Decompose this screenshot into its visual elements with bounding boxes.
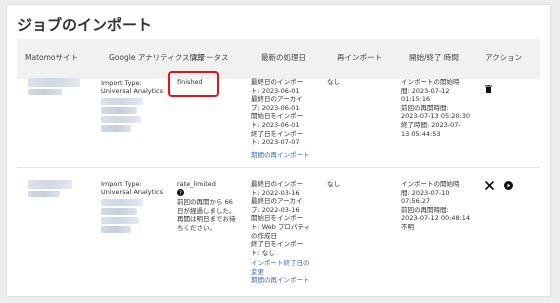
redacted-site-name	[28, 180, 72, 189]
col-start-end: 開始/終了 時間	[409, 53, 459, 62]
import-type-value: Universal Analytics	[101, 188, 163, 196]
play-circle-icon[interactable]	[504, 181, 513, 190]
start-end-times: インポートの開始時 間: 2023-07-12 01:15:16 前回の再開時間…	[401, 78, 471, 138]
trash-icon[interactable]	[485, 85, 492, 93]
reimport-value: なし	[327, 180, 340, 188]
svg-text:?: ?	[179, 191, 182, 196]
redacted-property	[101, 217, 139, 224]
last-processed: 最終日のインポー ト: 2022-03-16 最終日のアーカイ ブ: 2022-…	[251, 180, 311, 257]
import-jobs-card: ジョブのインポート Matomoサイト Google アナリティクス情報 ステー…	[7, 5, 550, 296]
redacted-property	[101, 116, 141, 123]
page-title: ジョブのインポート	[17, 16, 153, 34]
redacted-property	[101, 208, 137, 215]
close-icon[interactable]	[485, 181, 494, 190]
last-processed: 最終日のインポー ト: 2023-06-01 最終日のアーカイ ブ: 2023-…	[251, 78, 303, 147]
table-header: Matomoサイト Google アナリティクス情報 ステータス 最新の処理日 …	[17, 39, 540, 79]
reimport-range-link[interactable]: 期間の再インポート	[251, 151, 310, 160]
col-site: Matomoサイト	[25, 53, 78, 62]
import-type-value: Universal Analytics	[101, 87, 163, 95]
col-status: ステータス	[191, 53, 229, 62]
start-end-times: インポートの開始時 間: 2023-07-10 07:56:27 前回の再開時間…	[401, 180, 471, 231]
col-last-processed: 最新の処理日	[261, 53, 306, 62]
col-actions: アクション	[485, 53, 523, 62]
redacted-property	[101, 107, 137, 114]
redacted-property	[101, 226, 131, 233]
redacted-property	[101, 199, 143, 206]
highlight-box	[168, 71, 219, 97]
reimport-value: なし	[327, 78, 340, 86]
redacted-property	[101, 125, 131, 132]
rate-limited-note: 前回の再開から 66 日が経過しました。 再開は明日までお待 ちください。	[177, 198, 236, 232]
reimport-range-link[interactable]: 期間の再インポート	[251, 276, 310, 285]
row-divider	[17, 167, 540, 168]
redacted-site-name	[28, 78, 80, 87]
redacted-site-id	[28, 191, 60, 197]
info-icon[interactable]: ?	[177, 189, 184, 196]
redacted-site-id	[28, 89, 62, 95]
col-reimport: 再インポート	[337, 53, 382, 62]
redacted-property	[101, 98, 143, 105]
change-end-date-link[interactable]: インポート終了日の 変更	[251, 259, 310, 276]
status-rate-limited: rate_limited	[177, 180, 216, 188]
